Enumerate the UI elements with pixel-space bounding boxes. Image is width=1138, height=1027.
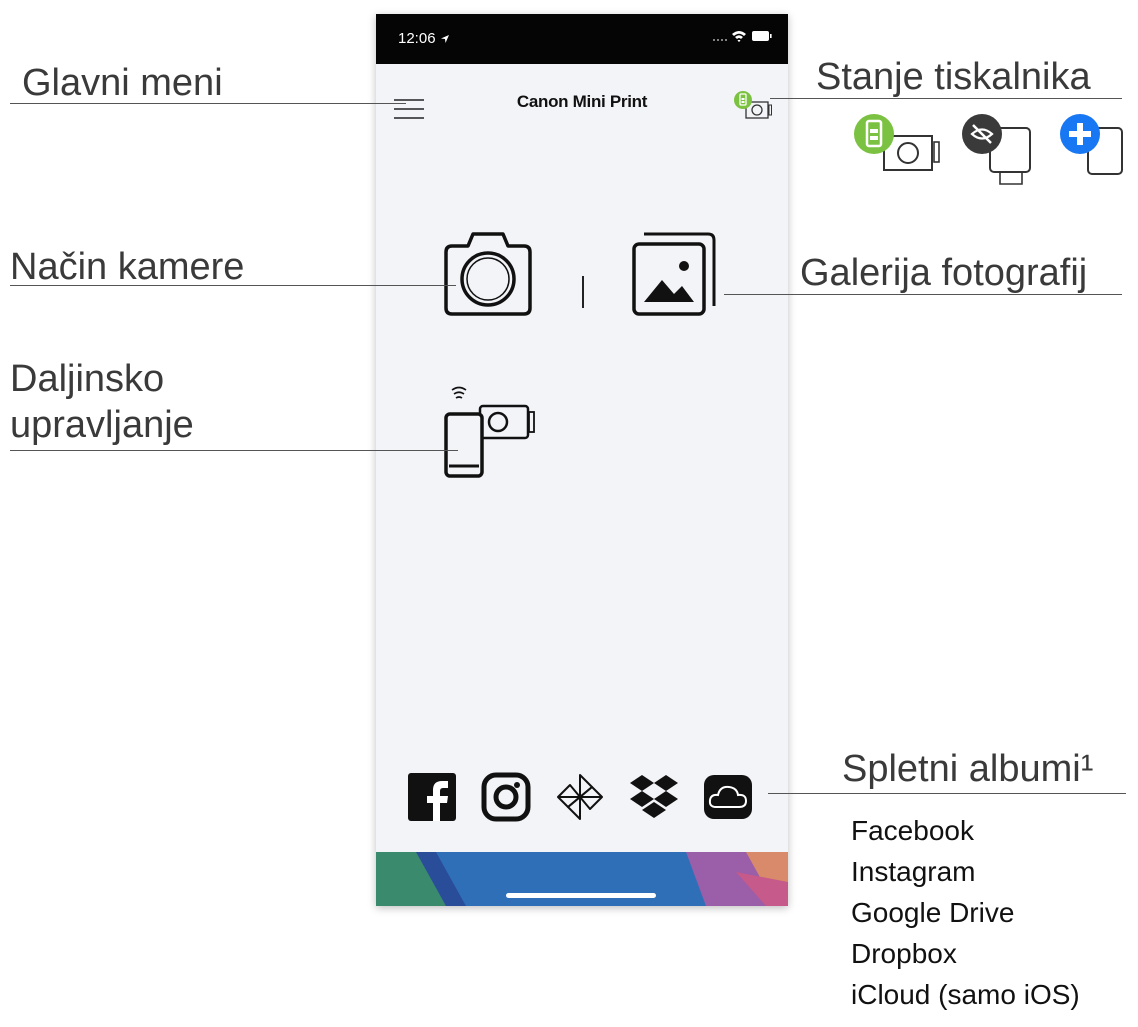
phone-screen: 12:06 Canon Mini Print [376,14,788,906]
leader-line-photo-gallery [724,294,1122,295]
google-drive-album-button[interactable] [554,769,606,825]
callout-photo-gallery: Galerija fotografij [800,252,1088,294]
location-arrow-icon [441,35,449,43]
leader-line-main-menu [10,103,406,104]
album-google-drive-label: Google Drive [851,897,1015,928]
online-albums-list: Facebook Instagram Google Drive Dropbox … [851,810,1080,1015]
app-title: Canon Mini Print [516,92,648,111]
facebook-album-button[interactable] [406,769,458,825]
instagram-icon [481,772,531,822]
gallery-icon [632,232,716,316]
callout-remote-line2: upravljanje [10,404,194,446]
facebook-icon [408,773,456,821]
dropbox-album-button[interactable] [628,769,680,825]
leader-line-online-albums [768,793,1126,794]
footer-banner [376,852,788,906]
camera-mode-button[interactable] [440,226,536,318]
leader-line-camera-mode [10,285,456,286]
home-indicator[interactable] [506,893,656,898]
callout-printer-status: Stanje tiskalnika [816,56,1091,98]
pinwheel-icon [557,774,603,820]
disconnected-icon [962,114,1031,185]
callout-main-menu: Glavni meni [22,62,223,104]
status-time: 12:06 [398,30,436,47]
album-dropbox-label: Dropbox [851,938,957,969]
callout-camera-mode: Način kamere [10,246,245,288]
remote-control-button[interactable] [440,380,540,480]
status-icons [713,31,772,42]
status-bar: 12:06 [376,14,788,64]
remote-control-icon [444,386,535,478]
icloud-icon [704,775,752,819]
leader-line-remote [10,450,458,451]
leader-line-printer-status [770,98,1122,99]
printer-status-button[interactable] [732,90,776,122]
album-facebook-label: Facebook [851,815,974,846]
camera-icon [444,232,532,316]
instagram-album-button[interactable] [480,769,532,825]
nav-bar: Canon Mini Print [376,64,788,142]
battery-connected-icon [854,114,940,171]
album-icloud-label: iCloud (samo iOS) [851,979,1080,1010]
photo-gallery-button[interactable] [630,226,720,318]
album-instagram-label: Instagram [851,856,976,887]
divider [582,276,584,308]
callout-remote-line1: Daljinsko [10,358,165,400]
add-printer-icon [1060,114,1123,175]
icloud-album-button[interactable] [702,769,754,825]
dropbox-icon [630,775,678,818]
printer-battery-status-icon [734,91,772,119]
callout-online-albums: Spletni albumi¹ [842,748,1094,790]
